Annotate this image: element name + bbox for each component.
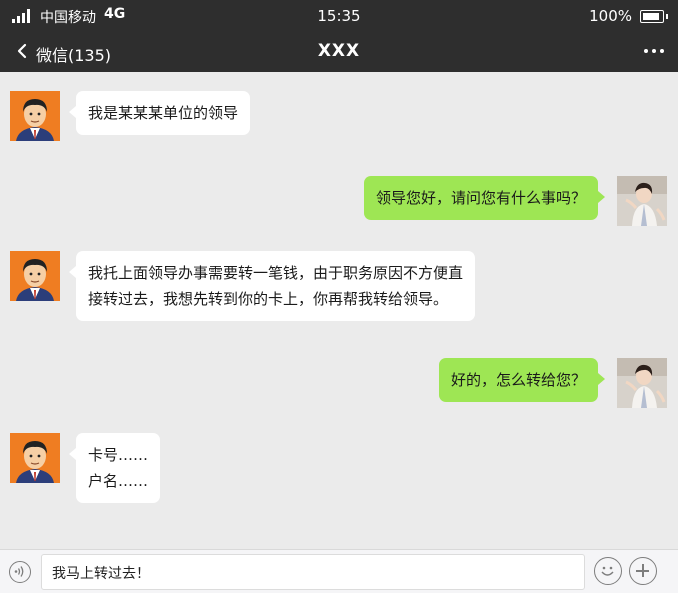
input-bar: 我马上转过去！ [0,549,678,593]
voice-input-button[interactable] [9,561,31,583]
message-bubble-sent[interactable]: 领导您好，请问您有什么事吗？ [363,176,606,220]
contact-avatar[interactable] [10,251,60,301]
clock: 15:35 [317,7,361,25]
voice-icon [14,566,24,577]
battery-percent: 100% [589,7,632,25]
more-functions-button[interactable] [629,557,657,585]
message-text: 我是某某某单位的领导 [88,104,239,122]
battery-icon [640,10,668,23]
status-bar: 中国移动 4G 15:35 100% [0,0,678,30]
my-avatar[interactable] [617,176,667,226]
my-avatar[interactable] [617,358,667,408]
message-text: 户名…… [88,472,149,490]
message-input[interactable]: 我马上转过去！ [41,554,585,590]
contact-avatar[interactable] [10,91,60,141]
message-bubble-received[interactable]: 我是某某某单位的领导 [68,91,251,135]
message-text: 好的，怎么转给您？ [450,371,586,389]
chat-header: 微信(135) XXX [0,30,678,72]
contact-avatar[interactable] [10,433,60,483]
message-text: 接转过去，我想先转到你的卡上，你再帮我转给领导。 [88,290,449,308]
message-text: 卡号…… [88,446,149,464]
message-text: 我托上面领导办事需要转一笔钱，由于职务原因不方便直 [88,264,464,282]
chat-title: XXX [317,41,361,61]
smiley-icon [601,566,614,576]
message-bubble-received[interactable]: 卡号…… 户名…… [68,433,161,503]
emoji-button[interactable] [594,557,622,585]
message-bubble-sent[interactable]: 好的，怎么转给您？ [438,358,606,402]
message-text: 领导您好，请问您有什么事吗？ [375,189,586,207]
message-bubble-received[interactable]: 我托上面领导办事需要转一笔钱，由于职务原因不方便直 接转过去，我想先转到你的卡上… [68,251,476,321]
more-options-icon[interactable] [644,49,664,54]
